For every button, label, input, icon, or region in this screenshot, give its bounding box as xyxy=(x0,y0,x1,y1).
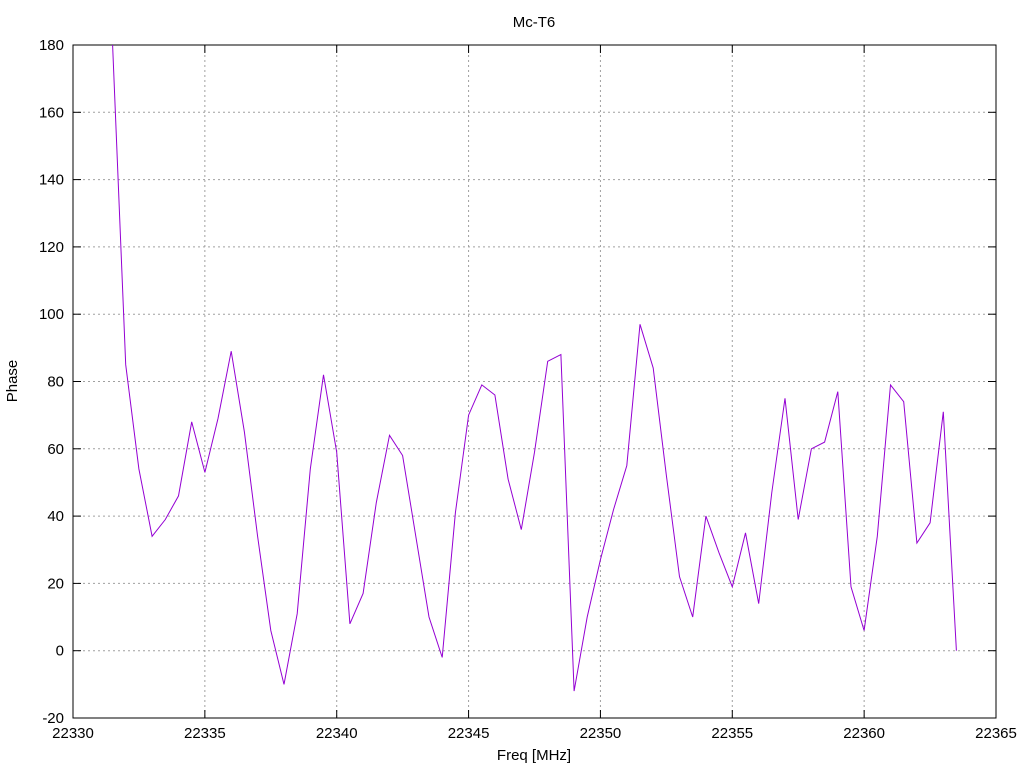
y-tick-label: 40 xyxy=(47,508,64,525)
x-tick-label: 22335 xyxy=(184,725,226,742)
phase-series-line xyxy=(112,44,957,692)
x-tick-label: 22350 xyxy=(580,725,622,742)
x-tick-label: 22360 xyxy=(843,725,885,742)
y-tick-label: 100 xyxy=(39,306,64,323)
x-tick-labels: 22330 22335 22340 22345 22350 22355 22360 22365 xyxy=(52,725,1017,742)
y-tick-label: 180 xyxy=(39,37,64,54)
chart-title: Mc-T6 xyxy=(513,14,556,31)
x-tick-label: 22340 xyxy=(316,725,358,742)
x-tick-label: 22345 xyxy=(448,725,490,742)
y-axis-label: Phase xyxy=(4,360,21,403)
y-tick-label: 160 xyxy=(39,104,64,121)
x-tick-label: 22355 xyxy=(711,725,753,742)
y-tick-label: 60 xyxy=(47,441,64,458)
phase-chart: 22330 22335 22340 22345 22350 22355 22360 22365… xyxy=(4,14,1017,764)
x-tick-label: 22330 xyxy=(52,725,94,742)
y-tick-labels: -20 0 20 40 60 80 100 120 140 160 180 xyxy=(39,37,64,727)
grid-lines xyxy=(73,45,996,718)
y-tick-label: 140 xyxy=(39,172,64,189)
y-tick-label: -20 xyxy=(42,710,64,727)
y-tick-label: 0 xyxy=(56,643,64,660)
x-axis-label: Freq [MHz] xyxy=(497,747,571,764)
y-tick-label: 80 xyxy=(47,374,64,391)
y-tick-label: 20 xyxy=(47,575,64,592)
y-tick-label: 120 xyxy=(39,239,64,256)
x-tick-label: 22365 xyxy=(975,725,1017,742)
